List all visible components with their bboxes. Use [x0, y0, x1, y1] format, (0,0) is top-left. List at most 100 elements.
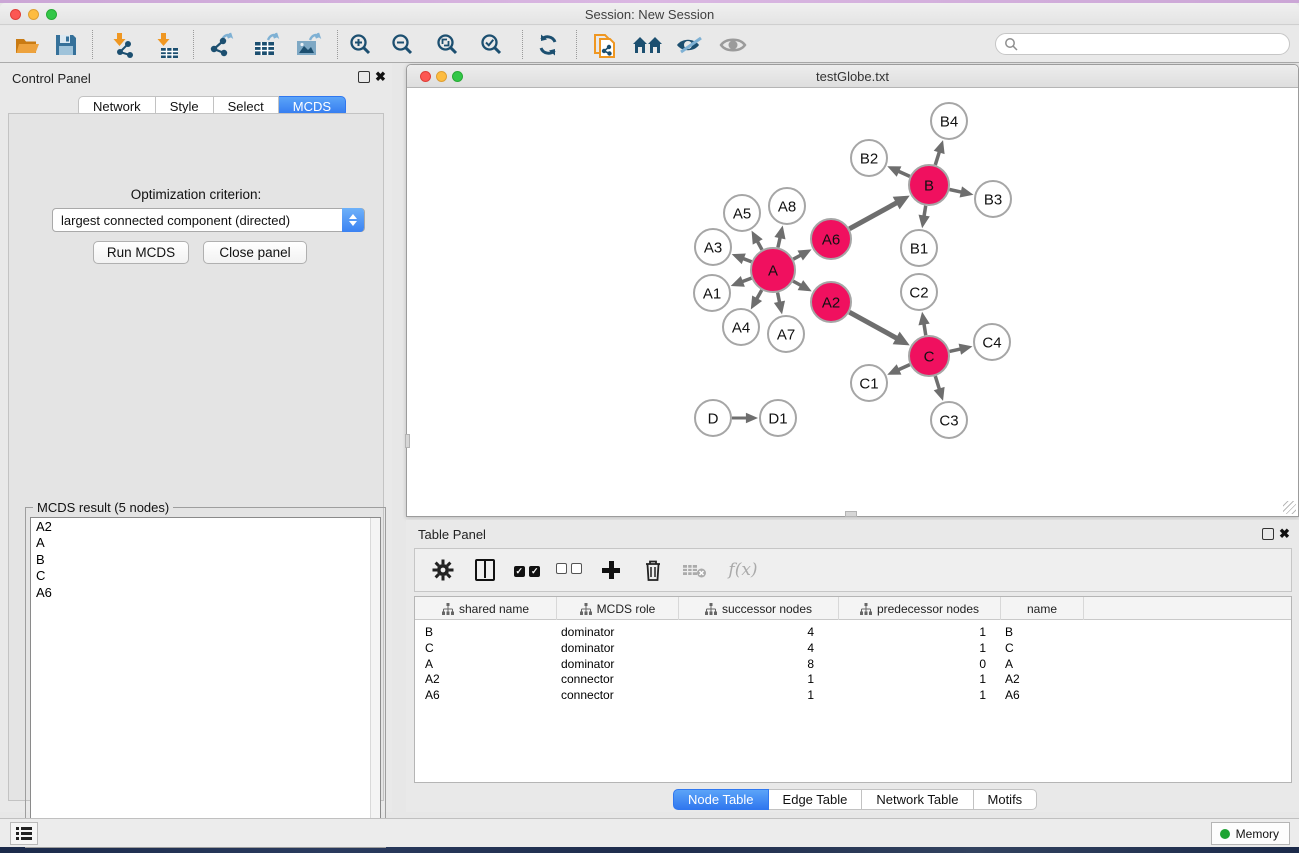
splitter-handle[interactable]	[845, 511, 857, 517]
zoom-in-button[interactable]	[344, 29, 378, 60]
network-graph[interactable]: B4B2BB3A5A8A6A3B1AA1C2A2A4A7CC4C1C3DD1	[408, 88, 1299, 517]
delete-column-button[interactable]	[639, 556, 667, 584]
table-cell[interactable]: dominator	[561, 641, 614, 655]
tab-edge-table[interactable]: Edge Table	[769, 789, 863, 810]
table-cell[interactable]: connector	[561, 688, 614, 702]
tab-node-table[interactable]: Node Table	[673, 789, 769, 810]
zoom-out-button[interactable]	[386, 29, 420, 60]
list-item[interactable]: C	[31, 568, 380, 585]
graph-edge[interactable]	[743, 258, 752, 261]
graph-edge[interactable]	[898, 365, 910, 370]
table-row[interactable]: Adominator 8 0 A	[415, 657, 1291, 673]
table-row[interactable]: Bdominator 4 1 B	[415, 625, 1291, 641]
list-item[interactable]: B	[31, 551, 380, 568]
resize-grip-icon[interactable]	[1283, 501, 1296, 514]
graph-edge[interactable]	[757, 241, 762, 250]
table-cell[interactable]: 1	[979, 625, 986, 639]
table-cell[interactable]: A2	[1005, 672, 1020, 686]
table-cell[interactable]: connector	[561, 672, 614, 686]
optimization-criterion-select[interactable]: largest connected component (directed)	[52, 208, 365, 232]
export-table-button[interactable]	[250, 29, 284, 60]
graph-edge[interactable]	[778, 293, 780, 303]
first-neighbors-button[interactable]	[631, 29, 665, 60]
deselect-all-button[interactable]	[555, 556, 583, 584]
graph-edge[interactable]	[924, 206, 926, 217]
column-header[interactable]: MCDS role	[557, 597, 679, 620]
show-column-panel-button[interactable]	[471, 556, 499, 584]
table-cell[interactable]: A	[425, 657, 433, 671]
graph-edge[interactable]	[793, 281, 801, 285]
graph-edge[interactable]	[935, 151, 939, 164]
table-cell[interactable]: 1	[979, 688, 986, 702]
table-cell[interactable]: B	[425, 625, 433, 639]
zoom-selected-button[interactable]	[475, 29, 509, 60]
float-panel-icon[interactable]	[358, 71, 370, 83]
hide-selected-button[interactable]	[673, 29, 707, 60]
table-row[interactable]: A2 connector 1 1 A2	[415, 672, 1291, 688]
table-cell[interactable]: 1	[807, 688, 814, 702]
graph-edge[interactable]	[778, 237, 780, 247]
tab-motifs[interactable]: Motifs	[974, 789, 1038, 810]
graph-edge[interactable]	[935, 376, 939, 389]
close-panel-icon[interactable]: ✖	[1279, 526, 1290, 542]
graph-edge[interactable]	[757, 290, 762, 299]
close-panel-button[interactable]: Close panel	[203, 241, 307, 264]
table-cell[interactable]: 4	[807, 641, 814, 655]
scrollbar-track[interactable]	[370, 518, 380, 842]
delete-table-button[interactable]	[681, 556, 709, 584]
search-input[interactable]	[1018, 37, 1289, 51]
table-cell[interactable]: B	[1005, 625, 1013, 639]
graph-edge[interactable]	[924, 324, 926, 336]
import-network-button[interactable]	[105, 29, 139, 60]
table-settings-button[interactable]	[429, 556, 457, 584]
table-cell[interactable]: A2	[425, 672, 440, 686]
table-cell[interactable]: 1	[807, 672, 814, 686]
open-session-button[interactable]	[11, 29, 45, 60]
column-header[interactable]: name	[1001, 597, 1084, 620]
tab-network-table[interactable]: Network Table	[862, 789, 973, 810]
zoom-fit-button[interactable]	[431, 29, 465, 60]
graph-edge[interactable]	[898, 171, 910, 176]
save-session-button[interactable]	[49, 29, 83, 60]
memory-button[interactable]: Memory	[1211, 822, 1290, 845]
graph-edge[interactable]	[950, 189, 962, 192]
create-column-button[interactable]	[597, 556, 625, 584]
graph-edge[interactable]	[949, 349, 960, 352]
column-header[interactable]: predecessor nodes	[839, 597, 1001, 620]
copy-network-button[interactable]	[588, 29, 622, 60]
list-item[interactable]: A	[31, 535, 380, 552]
function-builder-button[interactable]: f(x)	[723, 556, 763, 584]
table-row[interactable]: Cdominator 4 1 C	[415, 641, 1291, 657]
export-network-button[interactable]	[206, 29, 240, 60]
table-cell[interactable]: 8	[807, 657, 814, 671]
table-cell[interactable]: 0	[979, 657, 986, 671]
column-header[interactable]: successor nodes	[679, 597, 839, 620]
show-all-button[interactable]	[716, 29, 750, 60]
table-cell[interactable]: 4	[807, 625, 814, 639]
run-mcds-button[interactable]: Run MCDS	[93, 241, 189, 264]
table-cell[interactable]: C	[1005, 641, 1014, 655]
column-header[interactable]: shared name	[415, 597, 557, 620]
list-item[interactable]: A6	[31, 584, 380, 601]
graph-edge[interactable]	[793, 255, 801, 259]
list-item[interactable]: A2	[31, 518, 380, 535]
graph-edge[interactable]	[742, 278, 752, 282]
table-cell[interactable]: A6	[425, 688, 440, 702]
graph-edge[interactable]	[849, 203, 897, 229]
import-table-button[interactable]	[149, 29, 183, 60]
splitter-handle[interactable]	[405, 434, 410, 448]
table-cell[interactable]: dominator	[561, 625, 614, 639]
table-row[interactable]: A6 connector 1 1 A6	[415, 688, 1291, 704]
float-panel-icon[interactable]	[1262, 528, 1274, 540]
close-panel-icon[interactable]: ✖	[375, 69, 386, 85]
graph-edge[interactable]	[849, 312, 897, 338]
table-cell[interactable]: 1	[979, 672, 986, 686]
refresh-button[interactable]	[531, 29, 565, 60]
table-cell[interactable]: A6	[1005, 688, 1020, 702]
select-all-button[interactable]: ✓ ✓	[513, 556, 541, 584]
table-cell[interactable]: C	[425, 641, 434, 655]
table-cell[interactable]: dominator	[561, 657, 614, 671]
table-cell[interactable]: A	[1005, 657, 1013, 671]
table-cell[interactable]: 1	[979, 641, 986, 655]
log-console-button[interactable]	[10, 822, 38, 845]
